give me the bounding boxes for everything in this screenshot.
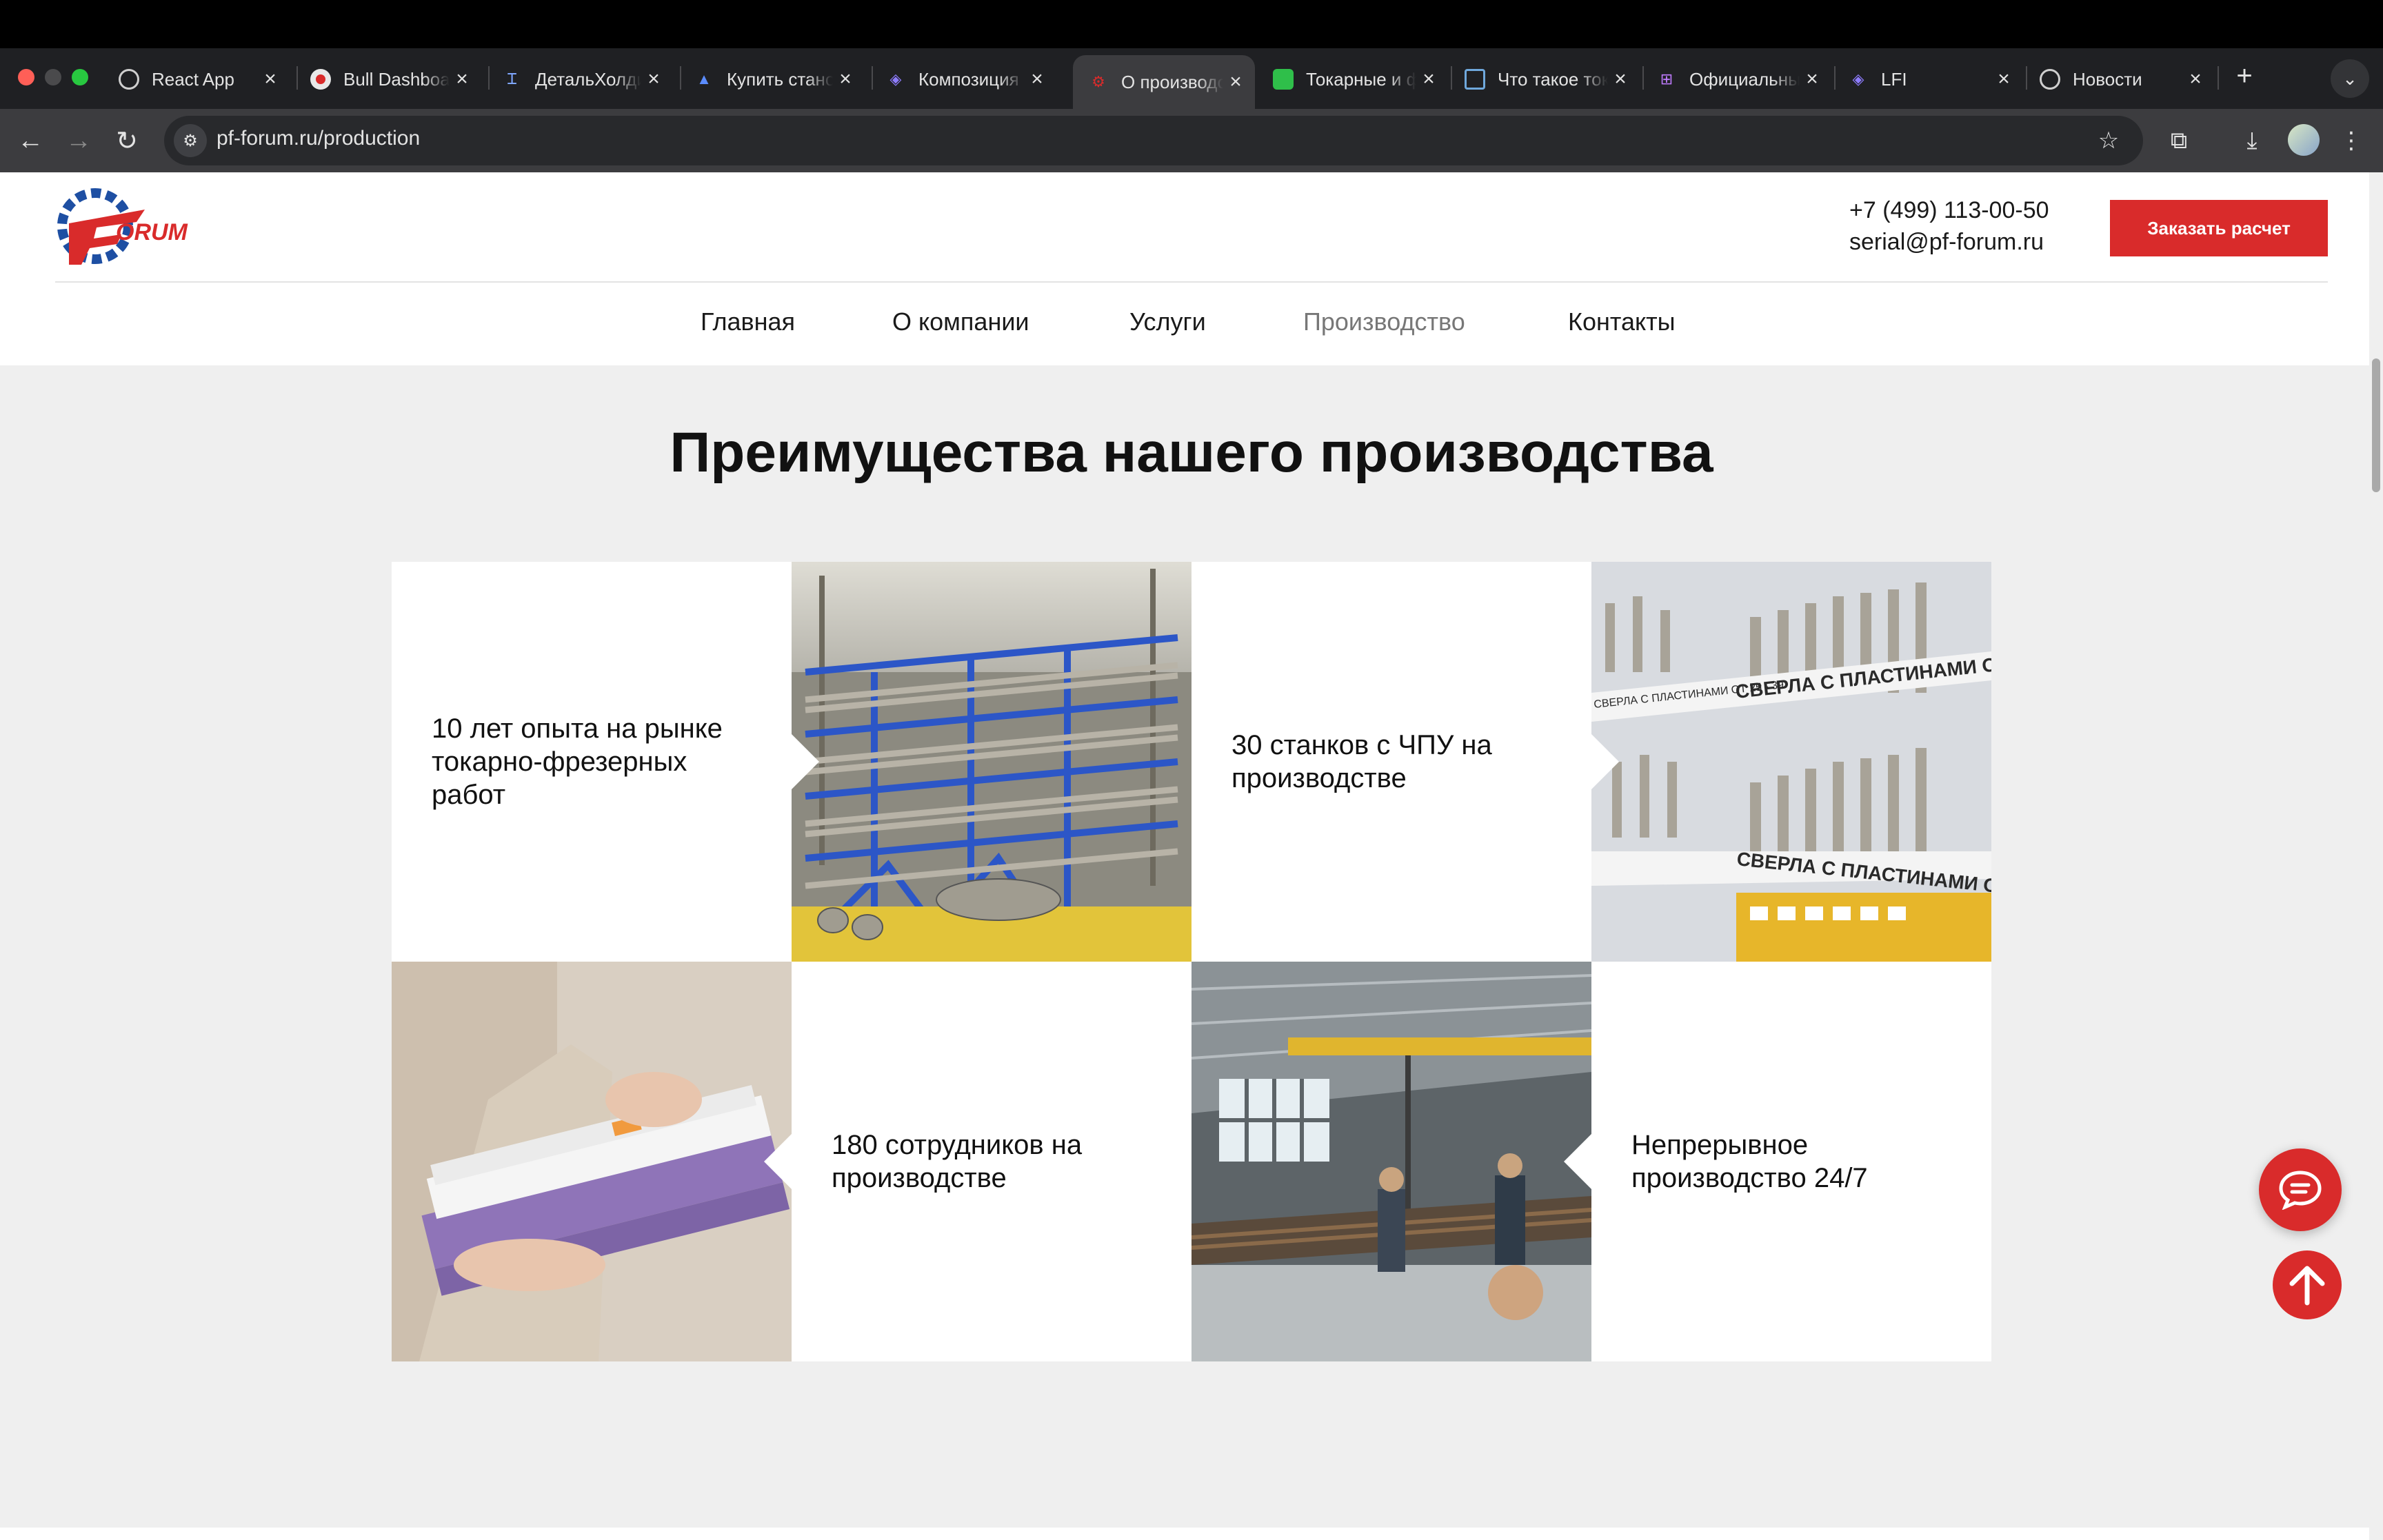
header-divider [55, 281, 2328, 283]
globe-icon [119, 69, 139, 90]
nav-production[interactable]: Производство [1303, 307, 1465, 336]
photo-documents [392, 962, 792, 1361]
advantage-text: Непрерывное производство 24/7 [1631, 1130, 1868, 1193]
tab-search-button[interactable]: ⌄ [2331, 59, 2369, 98]
tab-composition[interactable]: ◈ Композиция × [870, 55, 1056, 103]
order-calculation-button[interactable]: Заказать расчет [2110, 200, 2328, 256]
tab-separator [2218, 66, 2219, 90]
site-info-button[interactable]: ⚙ [174, 124, 207, 157]
tab-news[interactable]: Новости × [2024, 55, 2215, 103]
close-icon[interactable]: × [1800, 68, 1824, 91]
green-icon [1273, 69, 1294, 90]
new-tab-button[interactable]: + [2227, 61, 2262, 92]
cell-pointer [1591, 734, 1619, 789]
chat-button[interactable] [2259, 1148, 2342, 1231]
svg-text:ORUM: ORUM [116, 219, 188, 245]
header-email[interactable]: serial@pf-forum.ru [1849, 229, 2044, 256]
kebab-menu-icon: ⋮ [2340, 128, 2363, 154]
minimize-window-button[interactable] [45, 69, 61, 85]
forum-icon: ⚙ [1092, 73, 1105, 90]
chevron-down-icon: ⌄ [2342, 68, 2357, 89]
advantages-grid: 10 лет опыта на рынке токарно-фрезерных … [392, 562, 1991, 1361]
advantage-text: 30 станков с ЧПУ на производстве [1231, 730, 1492, 793]
reload-button[interactable]: ↻ [109, 123, 145, 159]
arrow-left-icon: ← [17, 125, 43, 155]
address-bar[interactable] [164, 116, 2143, 165]
arrow-up-icon [2289, 1266, 2325, 1306]
forum-logo[interactable]: ORUM [55, 182, 193, 272]
nav-about[interactable]: О компании [892, 307, 1029, 336]
close-icon[interactable]: × [1416, 68, 1441, 91]
cell-pointer [792, 734, 819, 789]
tab-detalholding[interactable]: Ꮖ ДетальХолдинг × [487, 55, 673, 103]
advantage-cnc-machines: 30 станков с ЧПУ на производстве [1192, 562, 1591, 962]
advantage-employees: 180 сотрудников на производстве [792, 962, 1192, 1361]
url-domain: pf-forum.ru [217, 127, 318, 150]
tab-react-app[interactable]: React App × [103, 55, 290, 103]
scroll-to-top-button[interactable] [2273, 1250, 2342, 1319]
close-icon[interactable]: × [641, 68, 666, 91]
close-icon[interactable]: × [1025, 68, 1049, 91]
star-icon: ☆ [2098, 128, 2120, 154]
tab-what-is-turning[interactable]: Что такое токарная × [1449, 55, 1640, 103]
tab-about-production[interactable]: ⚙ О производстве × [1073, 55, 1255, 109]
cell-pointer [1564, 1134, 1591, 1189]
close-icon[interactable]: × [1608, 68, 1633, 91]
puzzle-icon: ⧉ [2170, 127, 2188, 154]
section-title: Преимущества нашего производства [670, 421, 1713, 484]
url-text[interactable]: pf-forum.ru/production [217, 127, 420, 150]
browser-menu-button[interactable]: ⋮ [2333, 123, 2369, 159]
triangle-icon: ▲ [696, 70, 712, 88]
arrow-right-icon: → [66, 125, 92, 155]
reload-icon: ↻ [116, 126, 138, 156]
close-window-button[interactable] [18, 69, 34, 85]
bull-icon [310, 69, 331, 90]
window-titlebar [0, 0, 2383, 48]
photo-drills-shelf: СВЕРЛА С ПЛАСТИНАМИ ОТ 15 - 24 СВЕРЛА С … [1591, 562, 1991, 962]
tune-icon: ⚙ [183, 131, 198, 150]
chat-icon [2279, 1171, 2322, 1210]
nav-home[interactable]: Главная [701, 307, 795, 336]
forward-button[interactable]: → [61, 123, 97, 159]
close-icon[interactable]: × [258, 68, 283, 91]
advantage-text: 10 лет опыта на рынке токарно-фрезерных … [432, 713, 723, 810]
extensions-button[interactable]: ⧉ [2161, 123, 2197, 159]
url-path: /production [317, 127, 421, 150]
advantage-experience: 10 лет опыта на рынке токарно-фрезерных … [392, 562, 792, 962]
tab-turning[interactable]: Токарные и фрезерные × [1258, 55, 1448, 103]
close-icon[interactable]: × [833, 68, 858, 91]
tab-lfi[interactable]: ◈ LFI × [1833, 55, 2023, 103]
detail-icon: Ꮖ [507, 70, 518, 88]
maximize-window-button[interactable] [72, 69, 88, 85]
cell-pointer [764, 1134, 792, 1189]
close-icon[interactable]: × [1223, 70, 1248, 94]
downloads-button[interactable]: ⤓ [2234, 123, 2270, 159]
site-header: ORUM +7 (499) 113-00-50 serial@pf-forum.… [0, 172, 2383, 365]
photo-workshop [1192, 962, 1591, 1361]
download-icon: ⤓ [2246, 127, 2258, 154]
nav-contacts[interactable]: Контакты [1568, 307, 1676, 336]
nav-services[interactable]: Услуги [1129, 307, 1206, 336]
tab-buy-machine[interactable]: ▲ Купить станок × [678, 55, 865, 103]
tab-official[interactable]: ⊞ Официальный × [1641, 55, 1831, 103]
page-scrollbar-thumb[interactable] [2372, 358, 2380, 492]
page-content: ORUM +7 (499) 113-00-50 serial@pf-forum.… [0, 172, 2383, 1540]
cube-icon: ◈ [889, 70, 902, 88]
bookmark-star-button[interactable]: ☆ [2091, 123, 2126, 159]
page-bottom-strip [0, 1528, 2383, 1540]
tab-bull-dashboard[interactable]: Bull Dashboard × [295, 55, 481, 103]
close-icon[interactable]: × [450, 68, 474, 91]
close-icon[interactable]: × [2183, 68, 2208, 91]
cube-icon: ◈ [1852, 70, 1864, 88]
back-button[interactable]: ← [12, 123, 48, 159]
globe-icon [2040, 69, 2060, 90]
advantage-text: 180 сотрудников на производстве [832, 1130, 1083, 1193]
header-phone[interactable]: +7 (499) 113-00-50 [1849, 197, 2049, 224]
photo-metal-rack [792, 562, 1192, 962]
advantage-continuous: Непрерывное производство 24/7 [1591, 962, 1991, 1361]
profile-avatar[interactable] [2288, 124, 2320, 156]
grid-icon: ⊞ [1660, 70, 1673, 88]
monitor-icon [1465, 69, 1485, 90]
close-icon[interactable]: × [1991, 68, 2016, 91]
